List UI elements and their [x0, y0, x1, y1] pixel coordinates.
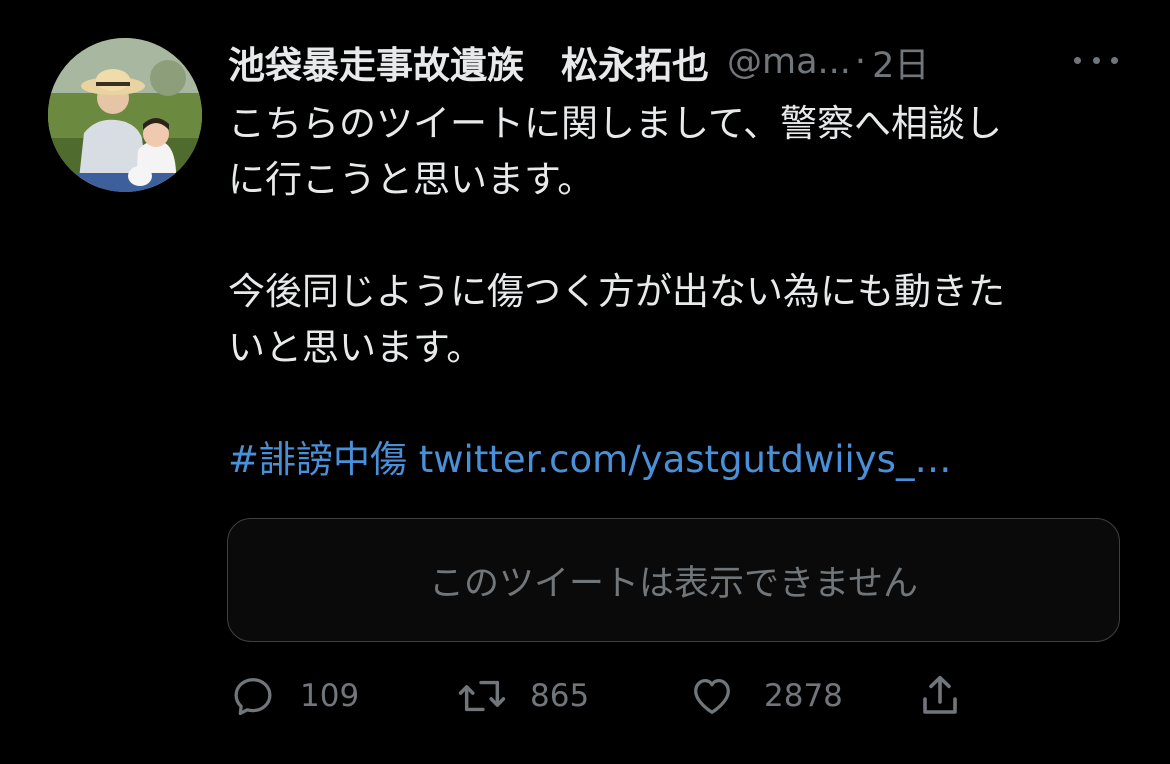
tweet-text: こちらのツイートに関しまして、警察へ相談し に行こうと思います。 今後同じように…	[228, 96, 1128, 488]
separator-dot: ·	[854, 42, 867, 82]
quoted-tweet-message: このツイートは表示できません	[429, 563, 918, 604]
like-button[interactable]: 2878	[688, 668, 843, 724]
avatar[interactable]	[48, 38, 202, 192]
tweet-text-line: に行こうと思います。	[228, 158, 595, 201]
url-link[interactable]: twitter.com/yastgutdwiiys_…	[419, 438, 952, 481]
like-count: 2878	[764, 678, 843, 714]
tweet-text-line: こちらのツイートに関しまして、警察へ相談し	[228, 102, 1003, 145]
reply-count: 109	[300, 678, 360, 714]
tweet-text-line: 今後同じように傷つく方が出ない為にも動きた	[228, 270, 1005, 313]
hashtag-link[interactable]: #誹謗中傷	[228, 438, 407, 481]
share-icon	[923, 675, 957, 714]
action-bar: 109 865 2878	[228, 668, 1028, 724]
more-dot	[1092, 56, 1100, 64]
retweet-icon	[458, 680, 506, 712]
hashtag-link-line: #誹謗中傷 twitter.com/yastgutdwiiys_…	[228, 432, 1128, 488]
heart-icon	[694, 679, 730, 714]
retweet-button[interactable]: 865	[456, 668, 589, 724]
share-button[interactable]	[916, 668, 964, 724]
reply-button[interactable]: 109	[230, 668, 359, 724]
more-dot	[1111, 56, 1118, 64]
more-icon[interactable]	[1074, 52, 1118, 68]
tweet[interactable]: 池袋暴走事故遺族 松永拓也 @ma... · 2日 こちらのツイートに関しまして…	[0, 0, 1170, 764]
avatar-photo	[48, 38, 202, 192]
tweet-header: 池袋暴走事故遺族 松永拓也 @ma... · 2日	[228, 34, 1128, 90]
retweet-count: 865	[530, 678, 590, 714]
tweet-text-line: いと思います。	[228, 326, 484, 369]
timestamp[interactable]: 2日	[872, 37, 929, 88]
more-dot	[1074, 56, 1081, 64]
reply-icon	[234, 678, 272, 716]
quoted-tweet-unavailable[interactable]: このツイートは表示できません	[227, 518, 1120, 642]
display-name[interactable]: 池袋暴走事故遺族 松永拓也	[228, 35, 709, 89]
user-handle[interactable]: @ma...	[727, 42, 851, 82]
